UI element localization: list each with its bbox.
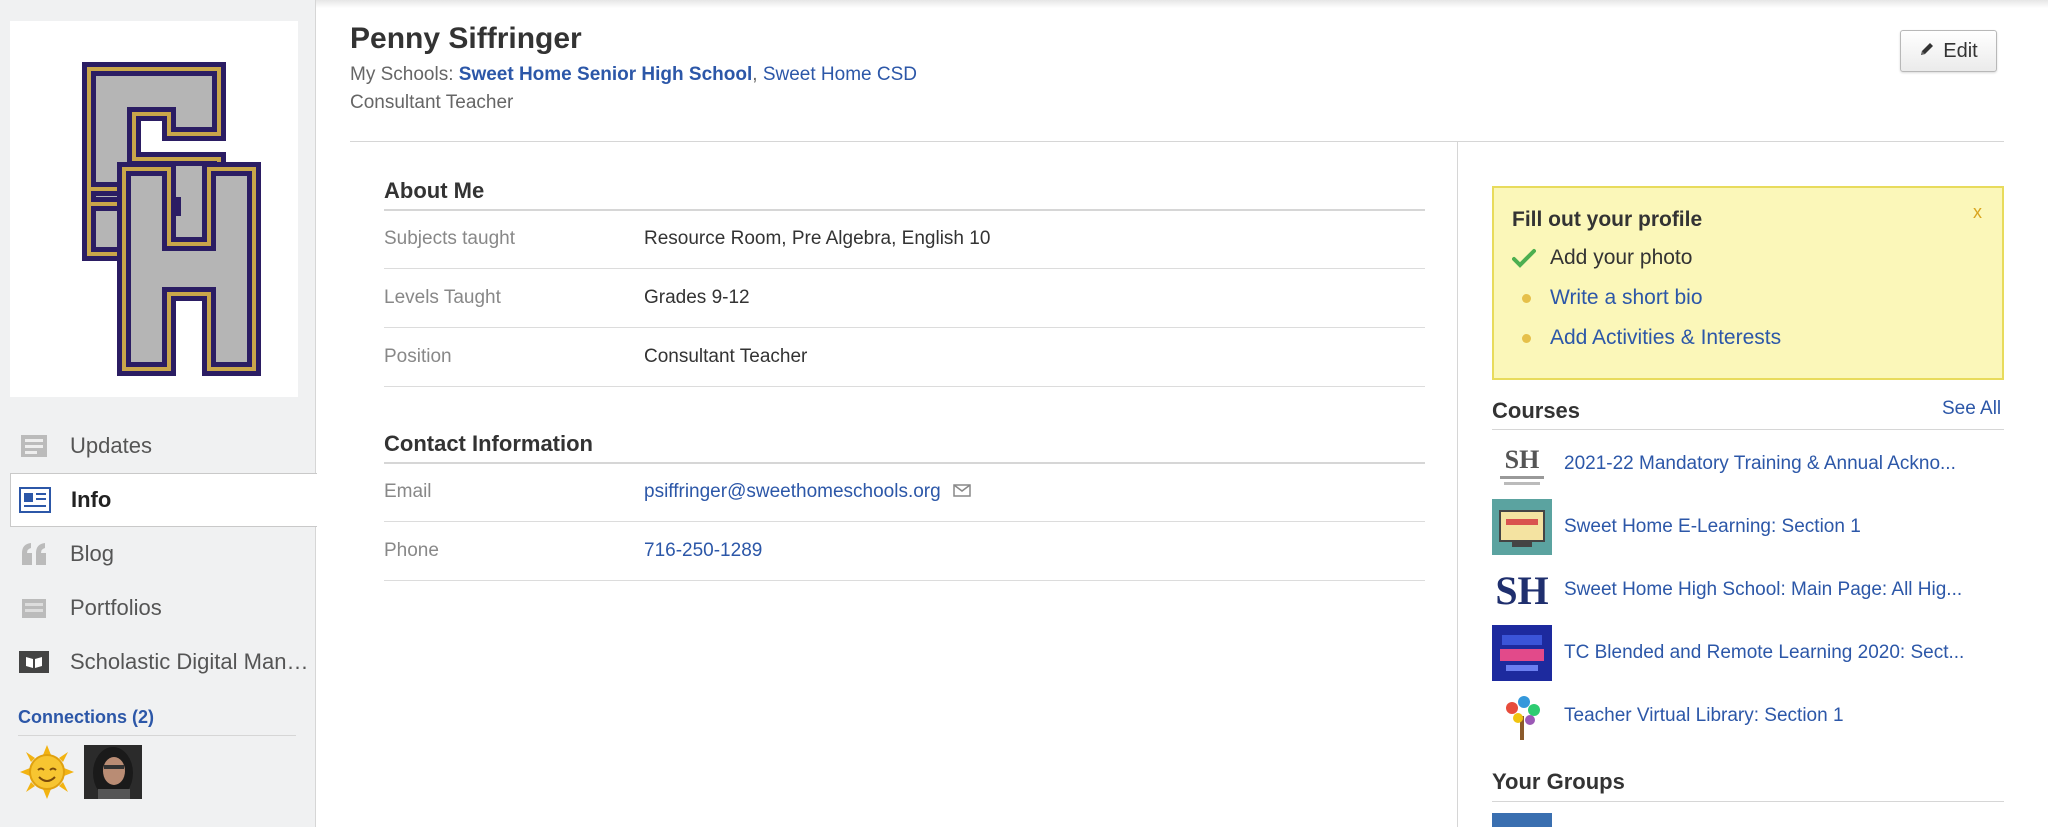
portfolio-icon <box>18 594 50 622</box>
groups-divider <box>1492 801 2004 802</box>
nav-item-scholastic[interactable]: Scholastic Digital Mana... <box>10 635 316 689</box>
info-value: Consultant Teacher <box>644 346 808 367</box>
svg-text:SH: SH <box>1495 568 1548 613</box>
profile-name: Penny Siffringer <box>350 22 582 55</box>
course-item[interactable]: SH 2021-22 Mandatory Training & Annual A… <box>1492 436 2004 492</box>
pencil-icon <box>1919 40 1935 63</box>
course-title: Teacher Virtual Library: Section 1 <box>1564 705 1844 726</box>
profile-role: Consultant Teacher <box>350 92 514 113</box>
course-title: 2021-22 Mandatory Training & Annual Ackn… <box>1564 453 1956 474</box>
close-icon[interactable]: x <box>1973 202 1982 223</box>
info-value: Grades 9-12 <box>644 287 750 308</box>
fill-item-label: Add your photo <box>1550 246 1693 269</box>
bullet-icon <box>1512 333 1550 343</box>
nav-label: Info <box>71 487 112 512</box>
course-item[interactable]: SH Sweet Home High School: Main Page: Al… <box>1492 562 2004 618</box>
info-key: Subjects taught <box>384 228 515 249</box>
info-key: Email <box>384 481 432 502</box>
top-shadow <box>316 0 2048 8</box>
course-title: Sweet Home High School: Main Page: All H… <box>1564 579 1963 600</box>
column-divider <box>1457 142 1458 827</box>
info-value: Resource Room, Pre Algebra, English 10 <box>644 228 991 249</box>
write-bio-link[interactable]: Write a short bio <box>1550 286 1703 310</box>
header-divider <box>350 141 2004 142</box>
nav-label: Blog <box>70 541 115 566</box>
email-link[interactable]: psiffringer@sweethomeschools.org <box>644 481 941 503</box>
school-link-primary[interactable]: Sweet Home Senior High School <box>459 64 753 85</box>
add-activities-link[interactable]: Add Activities & Interests <box>1550 326 1781 350</box>
profile-nav: Updates Info Blog Portfolios Scholastic … <box>10 419 317 689</box>
fill-profile-title: Fill out your profile <box>1512 208 1703 231</box>
nav-label: Portfolios <box>70 595 162 620</box>
course-item[interactable]: TC Blended and Remote Learning 2020: Sec… <box>1492 625 2004 681</box>
schools-prefix: My Schools: <box>350 64 459 85</box>
fill-profile-panel: Fill out your profile x Add your photo W… <box>1492 186 2004 380</box>
info-row-levels: Levels Taught Grades 9-12 <box>384 269 1425 328</box>
info-key: Levels Taught <box>384 287 501 308</box>
connection-avatar-person[interactable] <box>84 745 142 799</box>
edit-label: Edit <box>1943 39 1978 62</box>
contact-info-title: Contact Information <box>384 431 593 456</box>
school-link-district[interactable]: Sweet Home CSD <box>763 64 917 85</box>
courses-title: Courses <box>1492 398 1581 423</box>
course-item[interactable]: Teacher Virtual Library: Section 1 <box>1492 688 2004 744</box>
phone-link[interactable]: 716-250-1289 <box>644 540 762 562</box>
course-thumbnail <box>1492 499 1552 555</box>
course-thumbnail <box>1492 625 1552 681</box>
book-icon <box>18 648 50 676</box>
connections-list <box>18 745 142 799</box>
phone-value: 716-250-1289 <box>644 540 762 562</box>
connection-avatar-sun[interactable] <box>18 745 76 799</box>
info-key: Position <box>384 346 452 367</box>
info-row-email: Email psiffringer@sweethomeschools.org <box>384 463 1425 522</box>
connections-link[interactable]: Connections (2) <box>18 707 154 728</box>
sh-logo-icon <box>82 62 261 376</box>
group-thumbnail[interactable] <box>1492 813 1552 827</box>
nav-item-info[interactable]: Info <box>10 473 317 527</box>
nav-label: Scholastic Digital Mana... <box>70 649 316 674</box>
fill-item-photo: Add your photo <box>1512 246 1692 270</box>
course-title: Sweet Home E-Learning: Section 1 <box>1564 516 1861 537</box>
nav-item-blog[interactable]: Blog <box>10 527 316 581</box>
info-row-position: Position Consultant Teacher <box>384 328 1425 387</box>
check-icon <box>1512 248 1550 268</box>
courses-divider <box>1492 429 2004 430</box>
course-title: TC Blended and Remote Learning 2020: Sec… <box>1564 642 1965 663</box>
schools-separator: , <box>752 64 758 85</box>
left-sidebar: Updates Info Blog Portfolios Scholastic … <box>0 0 317 827</box>
updates-icon <box>18 432 50 460</box>
mail-icon[interactable] <box>952 481 971 503</box>
nav-item-updates[interactable]: Updates <box>10 419 316 473</box>
course-item[interactable]: Sweet Home E-Learning: Section 1 <box>1492 499 2004 555</box>
bullet-icon <box>1512 293 1550 303</box>
fill-item-bio: Write a short bio <box>1512 286 1703 310</box>
email-value: psiffringer@sweethomeschools.org <box>644 481 971 503</box>
course-thumbnail: SH <box>1492 436 1552 492</box>
nav-item-portfolios[interactable]: Portfolios <box>10 581 316 635</box>
my-schools: My Schools: Sweet Home Senior High Schoo… <box>350 64 917 86</box>
quote-icon <box>18 540 50 568</box>
info-row-phone: Phone 716-250-1289 <box>384 522 1425 581</box>
course-thumbnail <box>1492 688 1552 744</box>
fill-item-activities: Add Activities & Interests <box>1512 326 1781 350</box>
svg-text:SH: SH <box>1505 445 1540 474</box>
about-me-title: About Me <box>384 178 485 203</box>
nav-label: Updates <box>70 433 152 458</box>
divider <box>18 735 296 736</box>
info-icon <box>19 486 51 514</box>
your-groups-title: Your Groups <box>1492 769 1625 794</box>
course-thumbnail: SH <box>1492 562 1552 618</box>
see-all-link[interactable]: See All <box>1942 398 2001 420</box>
edit-button[interactable]: Edit <box>1900 30 1997 72</box>
school-logo <box>10 21 298 397</box>
info-row-subjects: Subjects taught Resource Room, Pre Algeb… <box>384 210 1425 269</box>
info-key: Phone <box>384 540 439 561</box>
